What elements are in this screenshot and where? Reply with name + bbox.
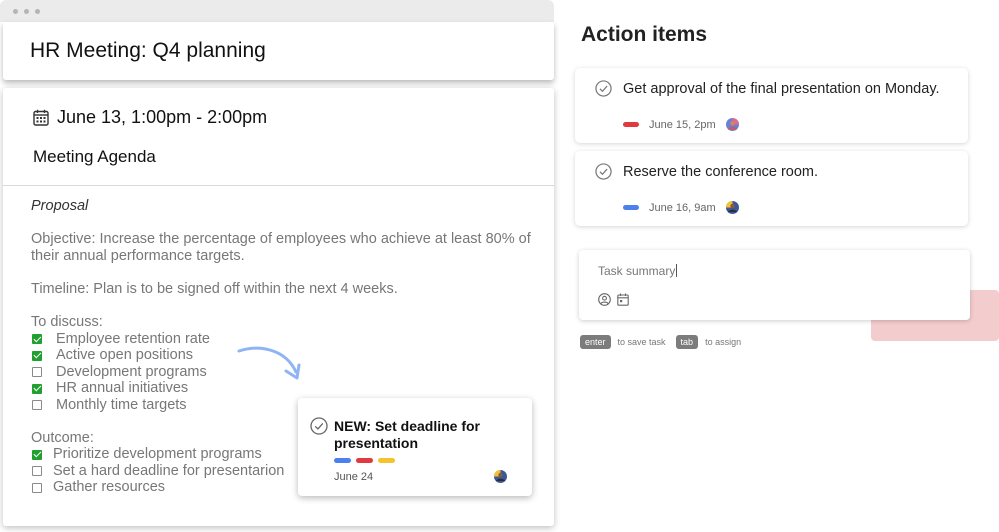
text-caret <box>676 264 678 277</box>
tag-yellow <box>378 458 395 463</box>
new-task-tags <box>334 458 395 463</box>
discuss-item-label: Employee retention rate <box>56 330 210 347</box>
action-item-meta: June 16, 9am <box>623 201 739 214</box>
action-item-text: Get approval of the final presentation o… <box>623 81 940 97</box>
tag-red <box>356 458 373 463</box>
tag-blue <box>334 458 351 463</box>
new-task-title: NEW: Set deadline for presentation <box>334 418 480 451</box>
new-task-card[interactable]: NEW: Set deadline for presentation June … <box>298 398 532 496</box>
check-circle-icon[interactable] <box>310 417 328 435</box>
checkbox[interactable] <box>32 350 42 361</box>
checkbox[interactable] <box>32 466 42 477</box>
avatar[interactable] <box>494 470 507 483</box>
discuss-item-label: Development programs <box>56 363 207 380</box>
keyboard-hints: enter to save task tab to assign <box>580 335 751 349</box>
priority-tag-red <box>623 122 639 127</box>
window-titlebar <box>0 0 554 22</box>
action-item[interactable]: Get approval of the final presentation o… <box>575 68 968 143</box>
divider <box>3 185 554 186</box>
discuss-label: To discuss: <box>31 314 103 330</box>
meeting-date-row: June 13, 1:00pm - 2:00pm <box>33 107 267 128</box>
action-items-heading: Action items <box>581 23 708 46</box>
checkbox[interactable] <box>32 449 42 460</box>
action-item-date: June 15, 2pm <box>649 118 716 131</box>
action-item-date: June 16, 9am <box>649 201 716 214</box>
action-item-text: Reserve the conference room. <box>623 164 819 180</box>
calendar-icon <box>33 109 49 126</box>
outcome-item-label: Prioritize development programs <box>53 446 262 463</box>
checkbox[interactable] <box>32 334 42 345</box>
outcome-item-label: Set a hard deadline for presentarion <box>53 462 285 479</box>
assign-user-icon[interactable] <box>598 293 611 306</box>
check-circle-icon[interactable] <box>595 163 612 180</box>
check-circle-icon[interactable] <box>595 80 612 97</box>
avatar[interactable] <box>725 201 739 214</box>
tab-key-hint: to assign <box>705 337 742 347</box>
checkbox[interactable] <box>32 367 42 378</box>
new-task-date: June 24 <box>334 471 374 483</box>
avatar[interactable] <box>725 118 739 131</box>
outcome-item-label: Gather resources <box>53 479 166 496</box>
priority-tag-blue <box>623 205 639 210</box>
meeting-title: HR Meeting: Q4 planning <box>30 39 266 62</box>
discuss-item-label: HR annual initiatives <box>56 380 189 397</box>
objective-text: Objective: Increase the percentage of em… <box>31 231 531 264</box>
checkbox[interactable] <box>32 482 42 493</box>
task-input-card[interactable]: Task summary <box>579 250 970 320</box>
discuss-item-label: Active open positions <box>56 347 194 364</box>
task-summary-placeholder: Task summary <box>598 264 676 278</box>
action-item[interactable]: Reserve the conference room. June 16, 9a… <box>575 151 968 226</box>
action-item-meta: June 15, 2pm <box>623 118 739 131</box>
curved-arrow-icon <box>237 346 301 380</box>
checkbox[interactable] <box>32 400 42 411</box>
checkbox[interactable] <box>32 383 42 394</box>
agenda-heading: Meeting Agenda <box>33 147 156 166</box>
timeline-text: Timeline: Plan is to be signed off withi… <box>31 281 398 297</box>
enter-key-badge: enter <box>580 335 611 349</box>
task-summary-input[interactable]: Task summary <box>598 264 678 278</box>
meeting-date: June 13, 1:00pm - 2:00pm <box>57 107 268 127</box>
tab-key-badge: tab <box>675 335 699 349</box>
enter-key-hint: to save task <box>617 337 666 347</box>
window-controls[interactable] <box>13 9 40 14</box>
task-input-actions <box>598 293 629 306</box>
proposal-label: Proposal <box>31 198 89 214</box>
discuss-item-label: Monthly time targets <box>56 396 187 413</box>
calendar-icon[interactable] <box>617 293 629 306</box>
meeting-title-card: HR Meeting: Q4 planning <box>3 22 554 80</box>
